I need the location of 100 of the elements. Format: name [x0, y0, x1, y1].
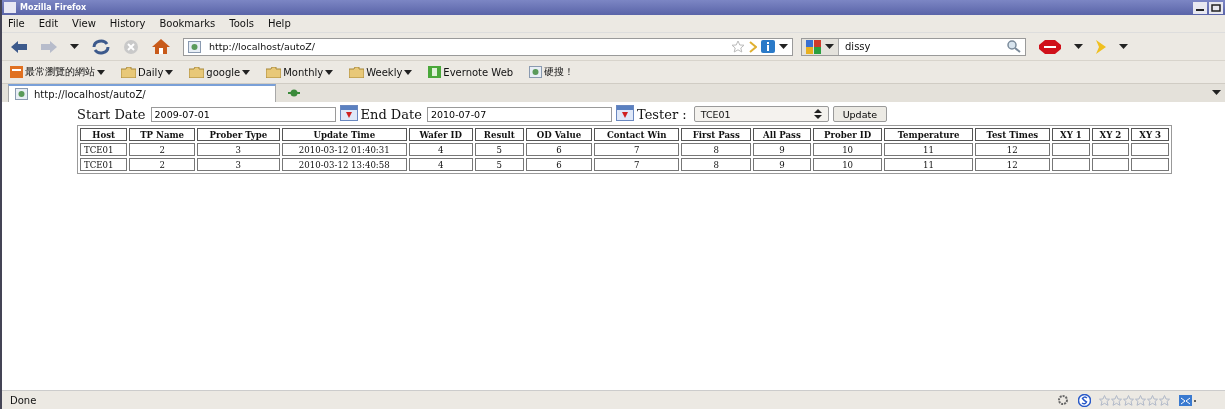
spinner-arrows-icon [813, 109, 822, 119]
maximize-button[interactable] [1209, 1, 1223, 14]
status-text: Done [10, 394, 37, 406]
table-cell: 9 [753, 158, 811, 171]
table-cell: 8 [681, 158, 752, 171]
table-cell: 6 [525, 143, 592, 156]
column-header: TP Name [129, 128, 195, 141]
calendar-icon[interactable] [615, 103, 634, 121]
browser-tab[interactable]: http://localhost/autoZ/ [8, 84, 276, 102]
caret-icon [404, 69, 413, 75]
new-tab-icon[interactable] [288, 88, 300, 98]
bookmark-item[interactable]: Daily [121, 66, 174, 78]
start-date-label: Start Date [77, 106, 146, 122]
menu-item[interactable]: View [72, 18, 96, 29]
bookmark-menu-icon [10, 66, 23, 78]
bookmark-item[interactable]: google [189, 66, 251, 78]
star-icon[interactable] [731, 40, 745, 53]
table-cell: 2 [129, 158, 195, 171]
end-date-field[interactable]: 2010-07-07 [426, 106, 612, 122]
tester-label: Tester : [636, 106, 687, 122]
caret-icon[interactable] [1074, 43, 1083, 50]
column-header: First Pass [681, 128, 752, 141]
page-icon [529, 66, 543, 78]
table-cell: TCE01 [80, 158, 128, 171]
table-cell: 4 [408, 158, 473, 171]
table-cell: 6 [525, 158, 592, 171]
table-cell: 10 [812, 158, 883, 171]
window-title: Mozilla Firefox [20, 3, 88, 12]
s-logo-icon[interactable] [1078, 393, 1091, 407]
folder-icon [266, 66, 282, 78]
table-cell: 2010-03-12 01:40:31 [281, 143, 407, 156]
table-cell: 2 [129, 143, 195, 156]
table-cell: 12 [974, 158, 1051, 171]
bookmark-item[interactable]: Monthly [266, 66, 334, 78]
menu-item[interactable]: Help [267, 18, 291, 29]
table-cell: 5 [474, 158, 524, 171]
caret-icon [97, 69, 105, 75]
column-header: OD Value [525, 128, 592, 141]
folder-icon [121, 66, 136, 78]
end-date-label: End Date [360, 106, 422, 122]
reload-icon[interactable] [91, 38, 111, 55]
maximize-icon [1211, 3, 1221, 12]
menu-item[interactable]: Tools [229, 18, 254, 29]
column-header: Update Time [281, 128, 407, 141]
calendar-icon[interactable] [339, 103, 358, 121]
page-icon [188, 40, 201, 53]
table-cell: 7 [594, 158, 680, 171]
adblock-icon[interactable] [1038, 38, 1062, 55]
back-arrow-icon[interactable] [10, 39, 28, 54]
table-cell: TCE01 [80, 143, 128, 156]
caret-icon [242, 69, 251, 75]
column-header: XY 2 [1091, 128, 1130, 141]
table-cell: 8 [681, 143, 752, 156]
column-header: Test Times [974, 128, 1051, 141]
column-header: All Pass [753, 128, 811, 141]
table-cell: 12 [974, 143, 1051, 156]
rating-stars-icon[interactable] [1099, 394, 1171, 406]
bookmark-item[interactable]: 硬搜！ [529, 65, 575, 79]
menu-item[interactable]: History [109, 18, 146, 29]
menu-item[interactable]: Bookmarks [159, 18, 216, 29]
table-cell: 9 [753, 143, 811, 156]
search-icon[interactable] [1007, 40, 1021, 53]
column-header: XY 1 [1052, 128, 1090, 141]
bookmark-item[interactable]: Evernote Web [428, 66, 514, 78]
evernote-icon [428, 66, 442, 78]
table-cell: 7 [594, 143, 680, 156]
folder-icon [349, 66, 365, 78]
column-header: Contact Win [594, 128, 680, 141]
column-header: Temperature [884, 128, 973, 141]
update-button[interactable]: Update [832, 106, 888, 122]
table-cell: 3 [196, 158, 280, 171]
tester-dropdown[interactable]: TCE01 [693, 106, 829, 122]
menu-item[interactable]: Edit [38, 18, 59, 29]
caret-icon[interactable] [779, 43, 788, 50]
table-cell: 5 [474, 143, 524, 156]
table-cell: 10 [812, 143, 883, 156]
search-engine-icon[interactable] [806, 39, 822, 54]
bookmark-item[interactable]: 最常瀏覽的網站 [10, 65, 105, 79]
caret-icon[interactable] [825, 43, 834, 50]
table-cell: 2010-03-12 13:40:58 [281, 158, 407, 171]
column-header: Result [474, 128, 524, 141]
table-cell: 3 [196, 143, 280, 156]
menu-item[interactable]: File [8, 18, 25, 29]
caret-icon[interactable] [1119, 43, 1128, 50]
bookmark-item[interactable]: Weekly [349, 66, 413, 78]
start-date-field[interactable]: 2009-07-01 [150, 106, 336, 122]
address-field[interactable]: http://localhost/autoZ/ [183, 37, 793, 56]
caret-icon[interactable] [70, 43, 79, 50]
page-icon [15, 88, 28, 100]
column-header: XY 3 [1131, 128, 1169, 141]
table-cell: 4 [408, 143, 473, 156]
home-icon[interactable] [151, 38, 171, 55]
delicious-icon[interactable] [1179, 394, 1197, 406]
caret-icon [325, 69, 334, 75]
caret-icon[interactable] [1212, 90, 1221, 96]
folder-icon [189, 66, 205, 78]
minimize-button[interactable] [1193, 1, 1207, 14]
info-icon[interactable] [761, 40, 775, 53]
column-header: Prober ID [812, 128, 883, 141]
search-field[interactable]: dissy [801, 37, 1026, 56]
